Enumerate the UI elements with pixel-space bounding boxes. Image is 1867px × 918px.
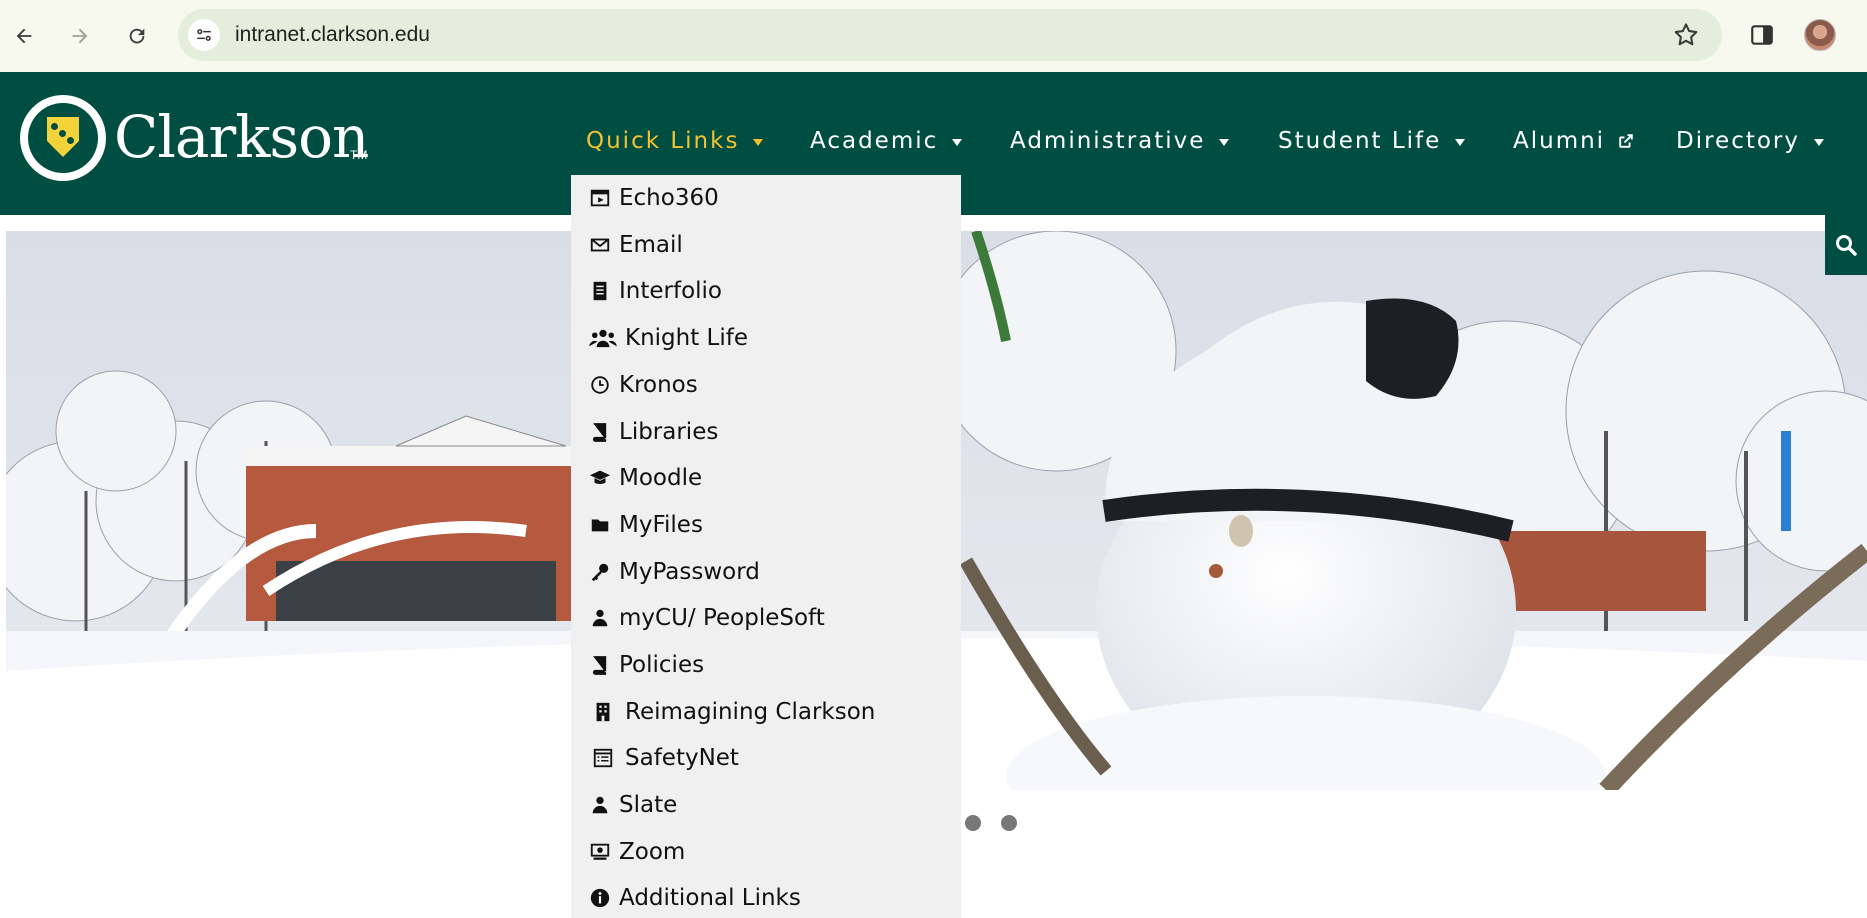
menu-item-mycu-peoplesoft[interactable]: myCU/ PeopleSoft (587, 598, 825, 638)
menu-item-label: Moodle (619, 465, 703, 491)
menu-item-email[interactable]: Email (587, 225, 683, 265)
menu-item-label: Email (619, 232, 683, 258)
menu-item-label: myCU/ PeopleSoft (619, 605, 825, 631)
webcam-icon (587, 839, 613, 865)
quick-links-dropdown: Echo360 Email Interfolio Knight Life Kro… (571, 175, 961, 918)
search-button[interactable] (1825, 215, 1867, 275)
menu-item-label: SafetyNet (625, 745, 739, 771)
menu-item-label: Reimagining Clarkson (625, 699, 876, 725)
menu-item-moodle[interactable]: Moodle (587, 458, 702, 498)
nav-administrative-label: Administrative (1010, 128, 1206, 154)
profile-avatar[interactable] (1804, 19, 1836, 51)
menu-item-echo360[interactable]: Echo360 (587, 178, 719, 218)
user-icon (587, 605, 613, 631)
nav-quick-links[interactable]: Quick Links (586, 128, 764, 154)
search-icon (1836, 235, 1857, 256)
nav-student-life-label: Student Life (1278, 128, 1442, 154)
nav-administrative[interactable]: Administrative (1010, 128, 1230, 154)
external-link-icon (1619, 134, 1633, 148)
menu-item-label: Libraries (619, 419, 719, 445)
menu-item-knight-life[interactable]: Knight Life (587, 318, 748, 358)
menu-item-label: Policies (619, 652, 705, 678)
clock-icon (587, 372, 613, 398)
nav-directory-label: Directory (1676, 128, 1801, 154)
users-icon (587, 325, 619, 351)
graduation-cap-icon (587, 465, 613, 491)
info-icon (587, 885, 613, 911)
menu-item-myfiles[interactable]: MyFiles (587, 505, 703, 545)
menu-item-label: MyFiles (619, 512, 703, 538)
document-icon (587, 278, 613, 304)
address-bar[interactable]: intranet.clarkson.edu (178, 9, 1722, 61)
menu-item-label: Slate (619, 792, 678, 818)
nav-student-life[interactable]: Student Life (1278, 128, 1466, 154)
nav-academic[interactable]: Academic (810, 128, 963, 154)
menu-item-label: MyPassword (619, 559, 760, 585)
menu-item-label: Kronos (619, 372, 698, 398)
menu-item-safetynet[interactable]: SafetyNet (587, 738, 739, 778)
menu-item-label: Echo360 (619, 185, 719, 211)
menu-item-slate[interactable]: Slate (587, 785, 677, 825)
book-icon (587, 419, 613, 445)
caret-down-icon (1219, 138, 1230, 146)
nav-directory[interactable]: Directory (1676, 128, 1825, 154)
checklist-icon (587, 745, 619, 771)
forward-button[interactable] (60, 16, 100, 56)
folder-icon (587, 512, 613, 538)
menu-item-mypassword[interactable]: MyPassword (587, 552, 760, 592)
menu-item-zoom[interactable]: Zoom (587, 832, 685, 872)
menu-item-label: Zoom (619, 839, 686, 865)
menu-item-libraries[interactable]: Libraries (587, 412, 718, 452)
menu-item-label: Knight Life (625, 325, 749, 351)
site-info-icon (197, 29, 211, 41)
back-arrow-icon (16, 28, 32, 44)
book-icon (587, 652, 613, 678)
nav-alumni[interactable]: Alumni (1513, 128, 1635, 154)
menu-item-kronos[interactable]: Kronos (587, 365, 698, 405)
key-icon (587, 559, 613, 585)
reload-button[interactable] (117, 16, 157, 56)
caret-down-icon (753, 138, 764, 146)
carousel-dot[interactable] (1001, 815, 1017, 831)
browser-toolbar: intranet.clarkson.edu (0, 0, 1867, 72)
nav-quick-links-label: Quick Links (586, 128, 740, 154)
menu-item-reimagining-clarkson[interactable]: Reimagining Clarkson (587, 692, 875, 732)
menu-item-additional-links[interactable]: Additional Links (587, 878, 801, 918)
caret-down-icon (952, 138, 963, 146)
menu-item-interfolio[interactable]: Interfolio (587, 271, 722, 311)
nav-alumni-label: Alumni (1513, 128, 1606, 154)
bookmark-star-icon[interactable] (1672, 21, 1700, 49)
site-info-button[interactable] (188, 19, 220, 51)
nav-academic-label: Academic (810, 128, 939, 154)
side-panel-icon[interactable] (1749, 22, 1775, 48)
caret-down-icon (1814, 138, 1825, 146)
menu-item-policies[interactable]: Policies (587, 645, 704, 685)
user-icon (587, 792, 613, 818)
url-text[interactable]: intranet.clarkson.edu (235, 23, 430, 47)
envelope-icon (587, 232, 613, 258)
reload-icon (129, 28, 145, 44)
back-button[interactable] (4, 16, 44, 56)
main-navigation: Quick Links Academic Administrative Stud… (0, 128, 1867, 160)
menu-item-label: Additional Links (619, 885, 801, 911)
video-icon (587, 185, 613, 211)
forward-arrow-icon (72, 28, 88, 44)
caret-down-icon (1455, 138, 1466, 146)
building-icon (587, 699, 619, 725)
carousel-dot[interactable] (965, 815, 981, 831)
menu-item-label: Interfolio (619, 278, 723, 304)
